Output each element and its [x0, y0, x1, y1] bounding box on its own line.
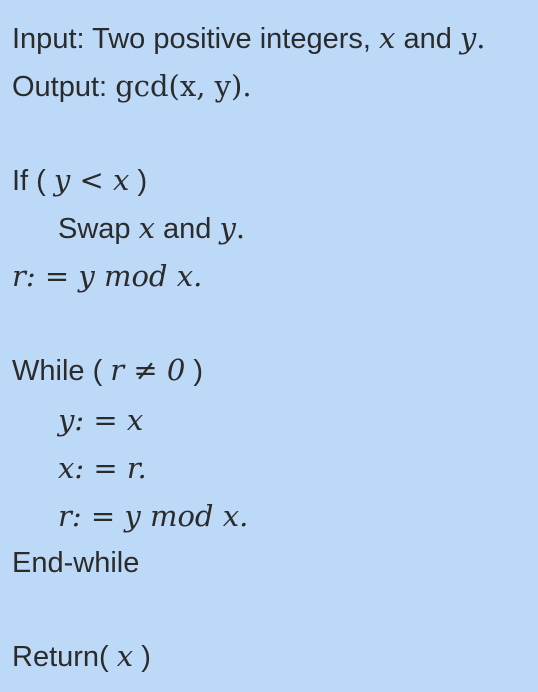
if-line: If ( y < x ) — [12, 163, 148, 197]
input-line: Input: Two positive integers, x and y. — [12, 21, 486, 55]
r-assign-loop-line: r: = y mod x. — [58, 499, 249, 533]
output-line: Output: gcd(x, y). — [12, 69, 252, 103]
end-while-line: End-while — [12, 547, 140, 579]
x-assign-line: x: = r. — [58, 451, 147, 485]
algorithm-panel: Input: Two positive integers, x and y. O… — [0, 0, 538, 692]
swap-line: Swap x and y. — [58, 211, 246, 245]
y-assign-line: y: = x — [58, 403, 144, 437]
return-line: Return( x ) — [12, 639, 151, 673]
r-assign-line: r: = y mod x. — [12, 259, 203, 293]
while-line: While ( r ≠ 0 ) — [12, 353, 204, 387]
